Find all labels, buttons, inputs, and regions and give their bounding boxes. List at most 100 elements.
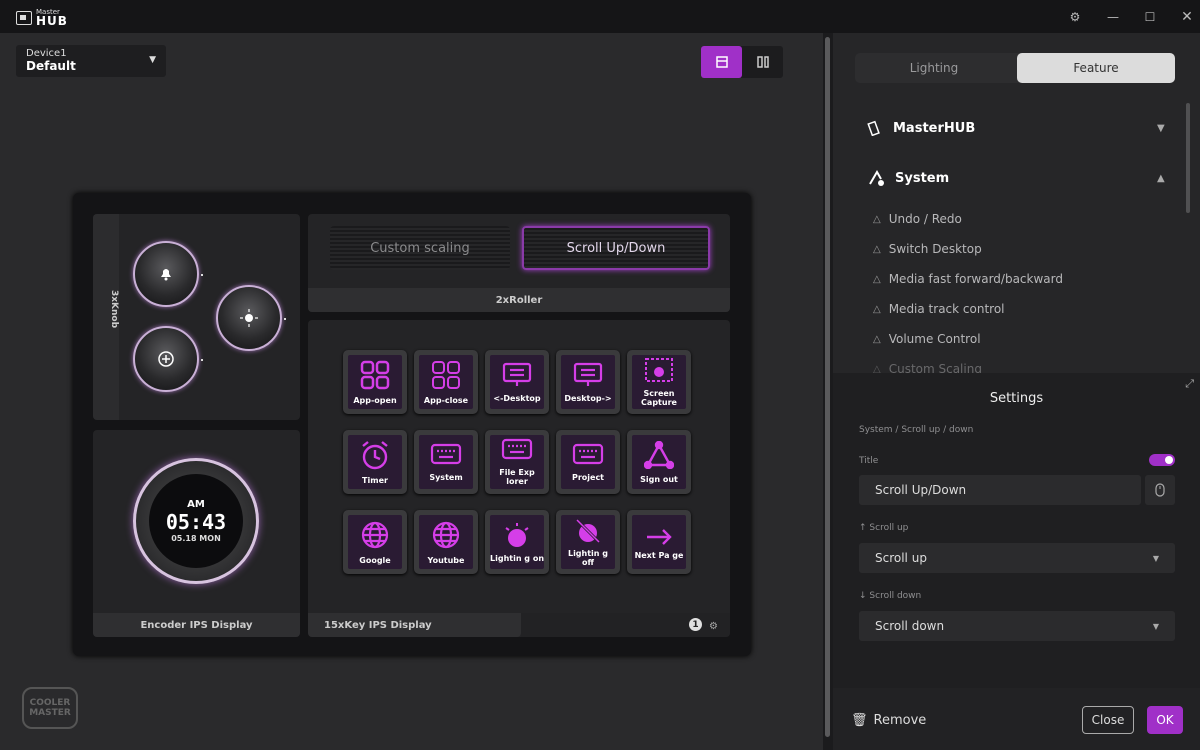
keyboard-icon	[430, 443, 462, 471]
knob-3[interactable]	[216, 285, 286, 351]
tab-lighting[interactable]: Lighting	[855, 53, 1013, 83]
mouse-button[interactable]	[1145, 475, 1175, 505]
key-12[interactable]: Youtube	[414, 510, 478, 574]
view-toggle	[701, 46, 783, 78]
key-14[interactable]: Lightin g off	[556, 510, 620, 574]
grid-icon	[360, 360, 390, 394]
tab-feature[interactable]: Feature	[1017, 53, 1175, 83]
roller-scroll-updown[interactable]: Scroll Up/Down	[522, 226, 710, 270]
key-label: Timer	[362, 475, 388, 485]
close-button[interactable]: Close	[1082, 706, 1134, 734]
light-on-icon	[502, 522, 532, 552]
feature-volume[interactable]: △ Volume Control	[873, 332, 981, 346]
globe-icon	[360, 520, 390, 554]
scroll-down-select[interactable]: Scroll down ▼	[859, 611, 1175, 641]
knob-panel-label: 3xKnob	[109, 289, 120, 329]
key-label: File Exp lorer	[499, 468, 535, 486]
keys-panel-label: 15xKey IPS Display	[308, 613, 521, 637]
desktop-icon	[573, 362, 603, 392]
close-window-icon[interactable]: ✕	[1176, 6, 1198, 28]
bell-icon	[161, 269, 171, 281]
category-system[interactable]: System ▲	[867, 164, 1165, 192]
key-15[interactable]: Next Pa ge	[627, 510, 691, 574]
chevron-down-icon: ▼	[1152, 553, 1159, 563]
encoder-panel-label: Encoder IPS Display	[93, 613, 300, 637]
keyboard-icon	[572, 443, 604, 471]
key-4[interactable]: Desktop->	[556, 350, 620, 414]
cooler-master-logo: COOLER MASTER	[22, 687, 78, 729]
title-toggle[interactable]	[1149, 454, 1175, 466]
app-title-big: HUB	[36, 14, 68, 28]
title-bar: Master HUB ⚙ — ☐ ✕	[0, 0, 1200, 33]
key-11[interactable]: Google	[343, 510, 407, 574]
category-masterhub-label: MasterHUB	[893, 120, 976, 136]
page-settings-gear-icon[interactable]: ⚙	[709, 621, 718, 632]
globe-icon	[431, 520, 461, 554]
key-3[interactable]: <-Desktop	[485, 350, 549, 414]
key-label: Youtube	[427, 555, 465, 565]
feature-switch-desktop[interactable]: △ Switch Desktop	[873, 242, 982, 256]
left-scrollbar[interactable]	[823, 33, 833, 750]
key-label: Desktop->	[564, 393, 612, 403]
key-13[interactable]: Lightin g on	[485, 510, 549, 574]
feature-media-track[interactable]: △ Media track control	[873, 302, 1005, 316]
feature-list-scrollbar[interactable]	[1186, 103, 1190, 213]
scroll-up-select[interactable]: Scroll up ▼	[859, 543, 1175, 573]
knob-1[interactable]	[133, 241, 203, 307]
knob-2[interactable]	[133, 326, 203, 392]
device-name: Device1	[26, 48, 67, 59]
page-badge[interactable]: 1	[689, 618, 702, 631]
screen-capture-icon	[644, 357, 674, 387]
category-system-label: System	[895, 170, 950, 186]
vertical-view-button[interactable]	[742, 46, 783, 78]
key-8[interactable]: File Exp lorer	[485, 430, 549, 494]
expand-icon[interactable]: ⤢	[1185, 377, 1194, 391]
category-masterhub[interactable]: MasterHUB ▼	[867, 114, 1165, 142]
key-7[interactable]: System	[414, 430, 478, 494]
title-label: Title	[859, 456, 879, 466]
key-9[interactable]: Project	[556, 430, 620, 494]
chevron-down-icon: ▼	[149, 55, 156, 65]
panel-tabs: Lighting Feature	[855, 53, 1175, 83]
system-icon: △	[873, 273, 881, 285]
feature-undo-redo[interactable]: △ Undo / Redo	[873, 212, 962, 226]
maximize-icon[interactable]: ☐	[1139, 6, 1161, 28]
title-input[interactable]: Scroll Up/Down	[859, 475, 1141, 505]
clock-ampm: AM	[187, 499, 205, 510]
scroll-down-label-row: ↓ Scroll down	[859, 591, 922, 601]
key-6[interactable]: Timer	[343, 430, 407, 494]
settings-gear-icon[interactable]: ⚙	[1064, 6, 1086, 28]
ok-button[interactable]: OK	[1147, 706, 1183, 734]
grid-outline-icon	[431, 360, 461, 394]
encoder-panel: AM 05:43 05.18 MON Encoder IPS Display	[93, 430, 300, 637]
key-10[interactable]: Sign out	[627, 430, 691, 494]
brightness-icon	[240, 309, 258, 327]
key-label: Screen Capture	[641, 389, 677, 407]
device-select[interactable]: Device1 Default ▼	[16, 45, 166, 77]
minimize-icon[interactable]: —	[1102, 6, 1124, 28]
clock-time: 05:43	[165, 510, 227, 534]
key-5[interactable]: Screen Capture	[627, 350, 691, 414]
panel-footer: 🗑 Remove Close OK	[833, 688, 1200, 750]
key-2[interactable]: App-close	[414, 350, 478, 414]
layout-columns-icon	[756, 56, 769, 68]
alarm-clock-icon	[360, 440, 390, 474]
system-icon	[869, 170, 884, 186]
app-logo: Master HUB	[16, 8, 68, 27]
roller-custom-scaling[interactable]: Custom scaling	[330, 226, 510, 270]
settings-path: System / Scroll up / down	[859, 425, 974, 435]
app-window: Master HUB ⚙ — ☐ ✕ Device1 Default ▼ 3xK…	[0, 0, 1200, 750]
keyboard-icon	[501, 438, 533, 466]
roller-panel: Custom scaling Scroll Up/Down 2xRoller	[308, 214, 730, 312]
system-icon: △	[873, 243, 881, 255]
key-label: <-Desktop	[493, 393, 541, 403]
desktop-icon	[502, 362, 532, 392]
feature-media-ff[interactable]: △ Media fast forward/backward	[873, 272, 1063, 286]
remove-button[interactable]: 🗑 Remove	[851, 706, 926, 734]
key-1[interactable]: App-open	[343, 350, 407, 414]
encoder-display[interactable]: AM 05:43 05.18 MON	[133, 458, 259, 584]
roller-panel-label: 2xRoller	[308, 288, 730, 312]
horizontal-view-button[interactable]	[701, 46, 742, 78]
system-icon: △	[873, 303, 881, 315]
key-label: Lightin g off	[567, 549, 609, 567]
